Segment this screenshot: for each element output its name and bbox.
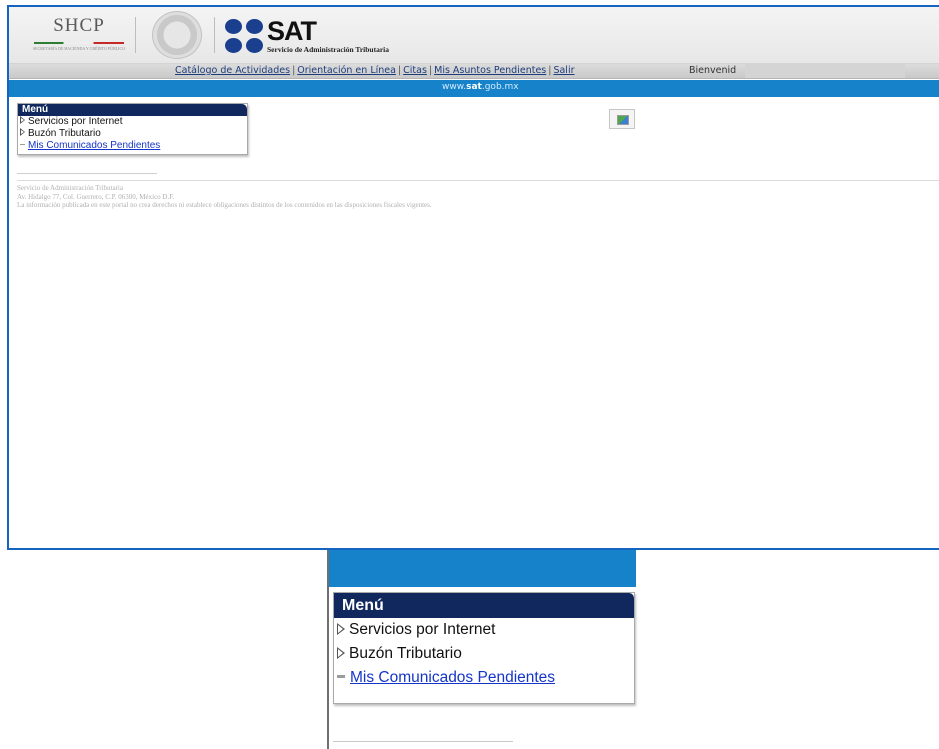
redacted-username: [745, 64, 905, 78]
site-url[interactable]: www.sat.gob.mx: [442, 82, 519, 92]
nav-separator: |: [397, 65, 402, 76]
menu-item-label: Buzón Tributario: [349, 645, 462, 662]
nav-separator: |: [292, 65, 296, 76]
menu-item-label: Buzón Tributario: [28, 128, 101, 139]
national-seal-icon: [152, 11, 202, 59]
broken-image-icon: [609, 109, 635, 129]
menu-item-label: Servicios por Internet: [349, 621, 496, 638]
divider: [17, 173, 157, 174]
zoom-blue-band: [329, 550, 636, 587]
shcp-logo: SHCP SECRETARÍA DE HACIENDA Y CRÉDITO PÚ…: [29, 15, 129, 57]
url-suffix: .gob.mx: [481, 82, 519, 92]
nav-link-asuntos[interactable]: Mis Asuntos Pendientes: [434, 65, 546, 76]
footer-line: La información publicada en este portal …: [17, 201, 432, 209]
nav-link-catalogo[interactable]: Catálogo de Actividades: [175, 65, 290, 76]
side-menu-zoomed: Menú Servicios por Internet Buzón Tribut…: [333, 592, 635, 704]
main-screenshot: SHCP SECRETARÍA DE HACIENDA Y CRÉDITO PÚ…: [7, 5, 939, 550]
menu-item-label: Servicios por Internet: [28, 116, 123, 127]
logo-divider: [135, 17, 136, 53]
site-header: SHCP SECRETARÍA DE HACIENDA Y CRÉDITO PÚ…: [9, 7, 939, 64]
menu-item-comunicados: Mis Comunicados Pendientes: [18, 140, 247, 152]
menu-title: Menú: [18, 104, 247, 116]
nav-link-citas[interactable]: Citas: [403, 65, 427, 76]
divider: [333, 741, 513, 742]
footer-line: Av. Hidalgo 77, Col. Guerrero, C.P. 0630…: [17, 192, 175, 201]
dash-icon: [20, 144, 25, 145]
expand-arrow-icon: [20, 128, 25, 136]
top-navbar: Catálogo de Actividades | Orientación en L…: [9, 64, 939, 79]
shcp-subtitle: SECRETARÍA DE HACIENDA Y CRÉDITO PÚBLICO: [32, 46, 126, 51]
side-menu: Menú Servicios por Internet Buzón Tribut…: [17, 103, 248, 155]
menu-item-buzon[interactable]: Buzón Tributario: [18, 128, 247, 140]
menu-item-servicios[interactable]: Servicios por Internet: [18, 116, 247, 128]
nav-links: Catálogo de Actividades | Orientación en L…: [175, 65, 575, 76]
menu-title: Menú: [334, 593, 634, 618]
sat-logo-icon: [225, 19, 269, 55]
sat-title: SAT: [267, 16, 317, 46]
menu-item-servicios[interactable]: Servicios por Internet: [334, 618, 634, 642]
nav-separator: |: [428, 65, 433, 76]
menu-item-buzon[interactable]: Buzón Tributario: [334, 642, 634, 666]
footer-line: Servicio de Administración Tributaria: [17, 184, 123, 192]
nav-link-orientacion[interactable]: Orientación en Línea: [297, 65, 396, 76]
expand-arrow-icon: [337, 623, 345, 635]
divider: [17, 180, 939, 181]
menu-item-comunicados: Mis Comunicados Pendientes: [334, 666, 634, 690]
welcome-text: Bienvenid: [689, 65, 737, 76]
url-bold: sat: [466, 82, 482, 92]
expand-arrow-icon: [20, 116, 25, 124]
nav-separator: |: [548, 65, 552, 76]
expand-arrow-icon: [337, 647, 345, 659]
nav-link-salir[interactable]: Salir: [553, 65, 574, 76]
url-banner: www.sat.gob.mx: [9, 80, 939, 97]
flag-stripe: [34, 42, 124, 44]
logo-divider: [214, 17, 215, 53]
page-footer: Servicio de Administración Tributaria Av…: [17, 184, 432, 210]
sat-subtitle: Servicio de Administración Tributaria: [267, 45, 390, 54]
dash-icon: [337, 675, 345, 678]
url-prefix: www.: [442, 82, 467, 92]
shcp-title: SHCP: [53, 15, 105, 36]
menu-link-comunicados[interactable]: Mis Comunicados Pendientes: [350, 669, 555, 686]
menu-link-comunicados[interactable]: Mis Comunicados Pendientes: [28, 140, 160, 151]
